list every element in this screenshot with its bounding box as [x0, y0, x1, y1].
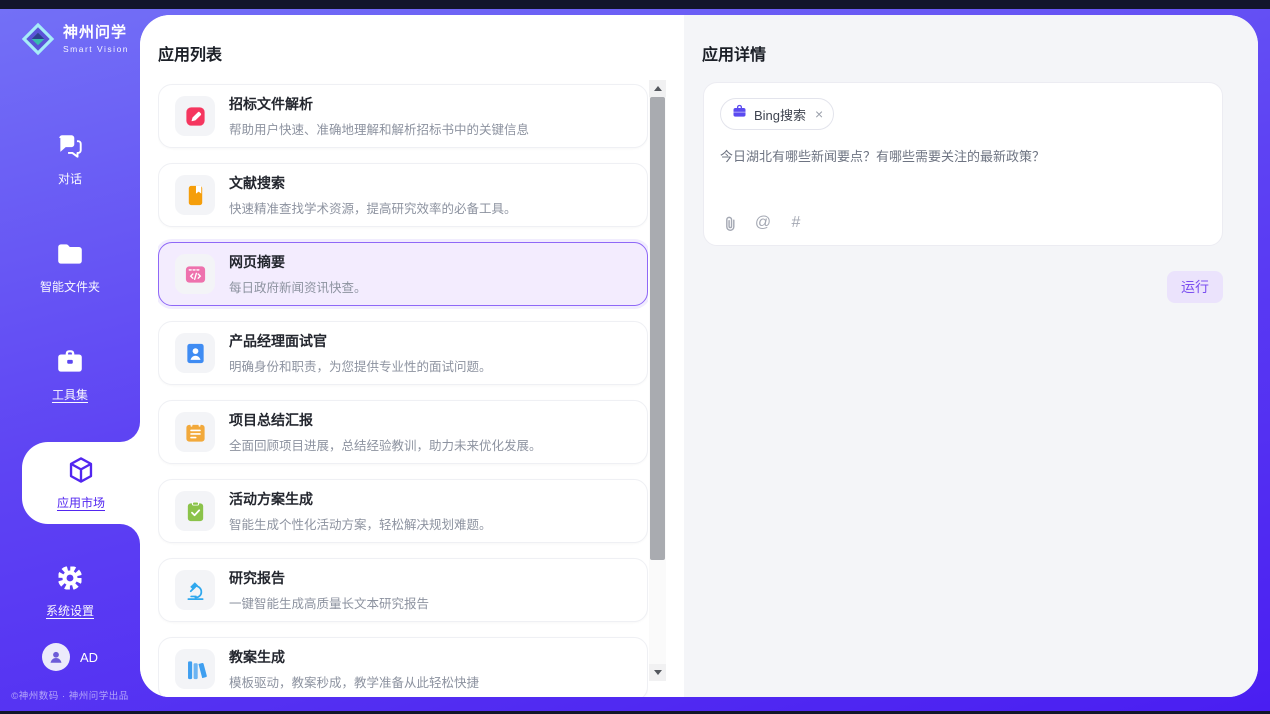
sidebar-nav: 对话 智能文件夹 工具集 应用市场 系统设置 — [0, 105, 140, 645]
interview-icon — [175, 333, 215, 373]
sidebar-item-system-settings[interactable]: 系统设置 — [0, 537, 140, 645]
user-icon — [47, 648, 65, 666]
hash-icon[interactable]: # — [787, 214, 805, 232]
app-card-2[interactable]: 文献搜索 快速精准查找学术资源，提高研究效率的必备工具。 — [158, 163, 648, 227]
app-card-desc: 一键智能生成高质量长文本研究报告 — [229, 593, 429, 612]
app-card-title: 研究报告 — [229, 568, 429, 588]
app-list-title: 应用列表 — [158, 41, 222, 65]
app-card-8[interactable]: 教案生成 模板驱动，教案秒成，教学准备从此轻松快捷 — [158, 637, 648, 697]
cube-icon — [66, 455, 96, 485]
browser-code-icon — [175, 254, 215, 294]
prompt-input[interactable]: 今日湖北有哪些新闻要点？有哪些需要关注的最新政策？ — [720, 147, 1206, 187]
microscope-icon — [175, 570, 215, 610]
app-detail-title: 应用详情 — [702, 41, 766, 65]
attachment-icon[interactable] — [721, 214, 739, 232]
books-icon — [175, 649, 215, 689]
app-card-title: 项目总结汇报 — [229, 410, 542, 430]
run-row: 运行 — [703, 271, 1223, 303]
edit-square-icon — [175, 96, 215, 136]
app-card-title: 产品经理面试官 — [229, 331, 492, 351]
triangle-up-icon — [654, 86, 662, 91]
input-toolbar: @# — [721, 214, 805, 232]
diamond-logo-icon — [20, 21, 56, 57]
app-card-title: 网页摘要 — [229, 252, 367, 272]
tool-tag-label: Bing搜索 — [754, 105, 806, 124]
app-card-title: 招标文件解析 — [229, 94, 529, 114]
scrollbar-down-button[interactable] — [649, 664, 666, 681]
account-row[interactable]: AD — [0, 643, 140, 671]
app-list-panel: 应用列表 招标文件解析 帮助用户快速、准确地理解和解析招标书中的关键信息 文献搜… — [140, 15, 684, 697]
sidebar-item-label: 智能文件夹 — [40, 278, 100, 295]
app-card-desc: 明确身份和职责，为您提供专业性的面试问题。 — [229, 356, 492, 375]
copyright-text: ©神州数码 · 神州问学出品 — [0, 688, 140, 702]
app-detail-panel: 应用详情 Bing搜索 × 今日湖北有哪些新闻要点？有哪些需要关注的最新政策？ … — [684, 15, 1258, 697]
sidebar-item-dialogue[interactable]: 对话 — [0, 105, 140, 213]
app-card-4[interactable]: 产品经理面试官 明确身份和职责，为您提供专业性的面试问题。 — [158, 321, 648, 385]
app-card-3[interactable]: 网页摘要 每日政府新闻资讯快查。 — [158, 242, 648, 306]
app-card-desc: 每日政府新闻资讯快查。 — [229, 277, 367, 296]
app-card-desc: 快速精准查找学术资源，提高研究效率的必备工具。 — [229, 198, 517, 217]
app-card-5[interactable]: 项目总结汇报 全面回顾项目进展，总结经验教训，助力未来优化发展。 — [158, 400, 648, 464]
sidebar-item-label: 系统设置 — [46, 602, 94, 619]
scrollbar-thumb[interactable] — [650, 97, 665, 560]
app-card-1[interactable]: 招标文件解析 帮助用户快速、准确地理解和解析招标书中的关键信息 — [158, 84, 648, 148]
clipboard-check-icon — [175, 491, 215, 531]
content-area: 应用列表 招标文件解析 帮助用户快速、准确地理解和解析招标书中的关键信息 文献搜… — [140, 15, 1258, 697]
app-card-title: 活动方案生成 — [229, 489, 492, 509]
brand-name: 神州问学 — [63, 24, 129, 42]
sidebar-item-toolset[interactable]: 工具集 — [0, 321, 140, 429]
tool-tag-bing-search[interactable]: Bing搜索 × — [720, 98, 834, 130]
app-card-desc: 帮助用户快速、准确地理解和解析招标书中的关键信息 — [229, 119, 529, 138]
app-card-6[interactable]: 活动方案生成 智能生成个性化活动方案，轻松解决规划难题。 — [158, 479, 648, 543]
app-card-title: 文献搜索 — [229, 173, 517, 193]
toolbox-icon — [55, 347, 85, 377]
scrollbar-up-button[interactable] — [649, 80, 666, 97]
app-card-title: 教案生成 — [229, 647, 479, 667]
app-card-7[interactable]: 研究报告 一键智能生成高质量长文本研究报告 — [158, 558, 648, 622]
sidebar-item-label: 对话 — [58, 170, 82, 187]
brand-logo: 神州问学 Smart Vision — [20, 21, 129, 57]
triangle-down-icon — [654, 670, 662, 675]
app-card-desc: 模板驱动，教案秒成，教学准备从此轻松快捷 — [229, 672, 479, 691]
run-button[interactable]: 运行 — [1167, 271, 1223, 303]
close-icon[interactable]: × — [815, 107, 823, 121]
calendar-icon — [175, 412, 215, 452]
sidebar: 神州问学 Smart Vision 对话 智能文件夹 工具集 应用市场 系统设置… — [0, 9, 140, 711]
brand-subtitle: Smart Vision — [63, 44, 129, 54]
app-window: 神州问学 Smart Vision 对话 智能文件夹 工具集 应用市场 系统设置… — [0, 0, 1270, 714]
user-avatar — [42, 643, 70, 671]
list-scrollbar[interactable] — [649, 80, 666, 681]
briefcase-icon — [732, 104, 747, 124]
app-card-desc: 智能生成个性化活动方案，轻松解决规划难题。 — [229, 514, 492, 533]
app-list: 招标文件解析 帮助用户快速、准确地理解和解析招标书中的关键信息 文献搜索 快速精… — [158, 80, 648, 697]
sidebar-item-smart-folder[interactable]: 智能文件夹 — [0, 213, 140, 321]
folder-icon — [55, 239, 85, 269]
chat-icon — [55, 131, 85, 161]
mention-icon[interactable]: @ — [754, 214, 772, 232]
account-initials: AD — [80, 650, 98, 665]
sidebar-item-label: 应用市场 — [57, 494, 105, 511]
book-icon — [175, 175, 215, 215]
gear-icon — [55, 563, 85, 593]
prompt-card: Bing搜索 × 今日湖北有哪些新闻要点？有哪些需要关注的最新政策？ @# — [703, 82, 1223, 246]
app-card-desc: 全面回顾项目进展，总结经验教训，助力未来优化发展。 — [229, 435, 542, 454]
sidebar-item-app-market[interactable]: 应用市场 — [22, 442, 140, 524]
sidebar-item-label: 工具集 — [52, 386, 88, 403]
